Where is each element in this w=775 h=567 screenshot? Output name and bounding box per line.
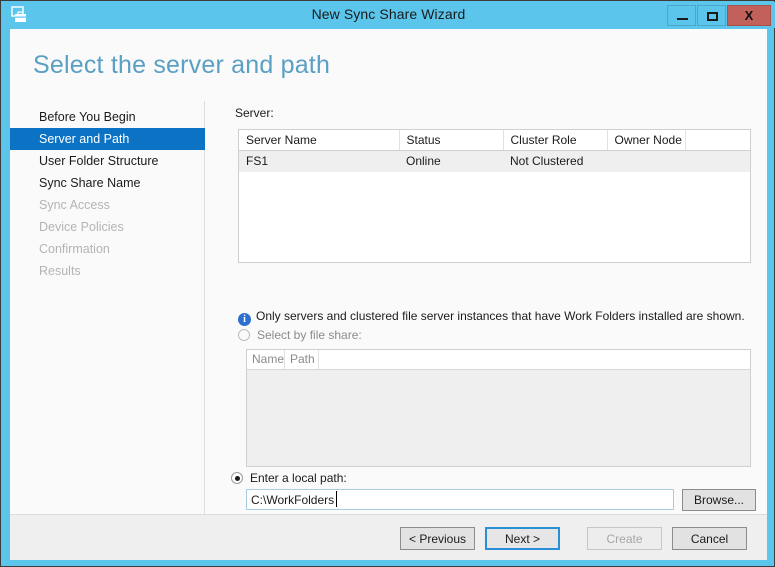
table-header-row: Server Name Status Cluster Role Owner No… (239, 130, 750, 151)
page-title: Select the server and path (33, 51, 330, 80)
cell-server-name: FS1 (239, 151, 399, 172)
file-share-radio-label: Select by file share: (257, 328, 362, 342)
local-path-radio-label: Enter a local path: (250, 471, 347, 485)
column-header-status[interactable]: Status (399, 130, 503, 151)
local-path-radio[interactable] (231, 472, 243, 484)
table-row[interactable]: FS1 Online Not Clustered (239, 151, 750, 172)
next-button[interactable]: Next > (485, 527, 560, 550)
window-controls: X (666, 5, 771, 26)
server-table: Server Name Status Cluster Role Owner No… (239, 130, 750, 172)
browse-button[interactable]: Browse... (682, 489, 756, 511)
maximize-button[interactable] (697, 5, 726, 26)
sidebar-item-user-folder-structure[interactable]: User Folder Structure (10, 150, 205, 172)
minimize-button[interactable] (667, 5, 696, 26)
column-header-cluster-role[interactable]: Cluster Role (503, 130, 607, 151)
column-header-server-name[interactable]: Server Name (239, 130, 399, 151)
server-label: Server: (235, 106, 755, 120)
sidebar-item-before-you-begin[interactable]: Before You Begin (10, 106, 205, 128)
file-share-header-row: Name Path (247, 350, 750, 370)
cell-blank (685, 151, 750, 172)
minimize-icon (677, 18, 688, 20)
sidebar-item-server-and-path[interactable]: Server and Path (10, 128, 205, 150)
info-circle-icon: i (238, 313, 251, 326)
close-button[interactable]: X (727, 5, 771, 26)
file-share-list: Name Path (246, 349, 751, 467)
text-caret (336, 491, 337, 507)
column-header-owner-node[interactable]: Owner Node (607, 130, 685, 151)
column-header-name: Name (247, 350, 285, 369)
create-button: Create (587, 527, 662, 550)
wizard-step-list: Before You Begin Server and Path User Fo… (10, 106, 205, 282)
wizard-footer: < Previous Next > Create Cancel (10, 514, 767, 560)
window-title: New Sync Share Wizard (2, 6, 775, 22)
wizard-window: New Sync Share Wizard X Select the serve… (0, 0, 775, 567)
sidebar-item-device-policies: Device Policies (10, 216, 205, 238)
file-share-radio (238, 329, 250, 341)
sidebar-item-results: Results (10, 260, 205, 282)
previous-button[interactable]: < Previous (400, 527, 475, 550)
info-message: i Only servers and clustered file server … (238, 309, 758, 326)
sidebar-item-sync-share-name[interactable]: Sync Share Name (10, 172, 205, 194)
sidebar-item-confirmation: Confirmation (10, 238, 205, 260)
file-share-radio-row: Select by file share: (238, 328, 362, 342)
server-label-wrap: Server: (235, 106, 755, 123)
cell-cluster-role: Not Clustered (503, 151, 607, 172)
title-bar[interactable]: New Sync Share Wizard X (2, 2, 775, 28)
cell-owner-node (607, 151, 685, 172)
local-path-input[interactable] (246, 489, 674, 510)
column-header-path: Path (285, 350, 319, 369)
maximize-icon (707, 12, 718, 21)
info-message-text: Only servers and clustered file server i… (256, 309, 745, 323)
column-header-blank[interactable] (685, 130, 750, 151)
cancel-button[interactable]: Cancel (672, 527, 747, 550)
column-header-filler (319, 350, 750, 369)
cell-status: Online (399, 151, 503, 172)
server-list[interactable]: Server Name Status Cluster Role Owner No… (238, 129, 751, 263)
sidebar-item-sync-access: Sync Access (10, 194, 205, 216)
local-path-radio-row[interactable]: Enter a local path: (231, 471, 347, 485)
client-area: Select the server and path Before You Be… (10, 29, 767, 559)
